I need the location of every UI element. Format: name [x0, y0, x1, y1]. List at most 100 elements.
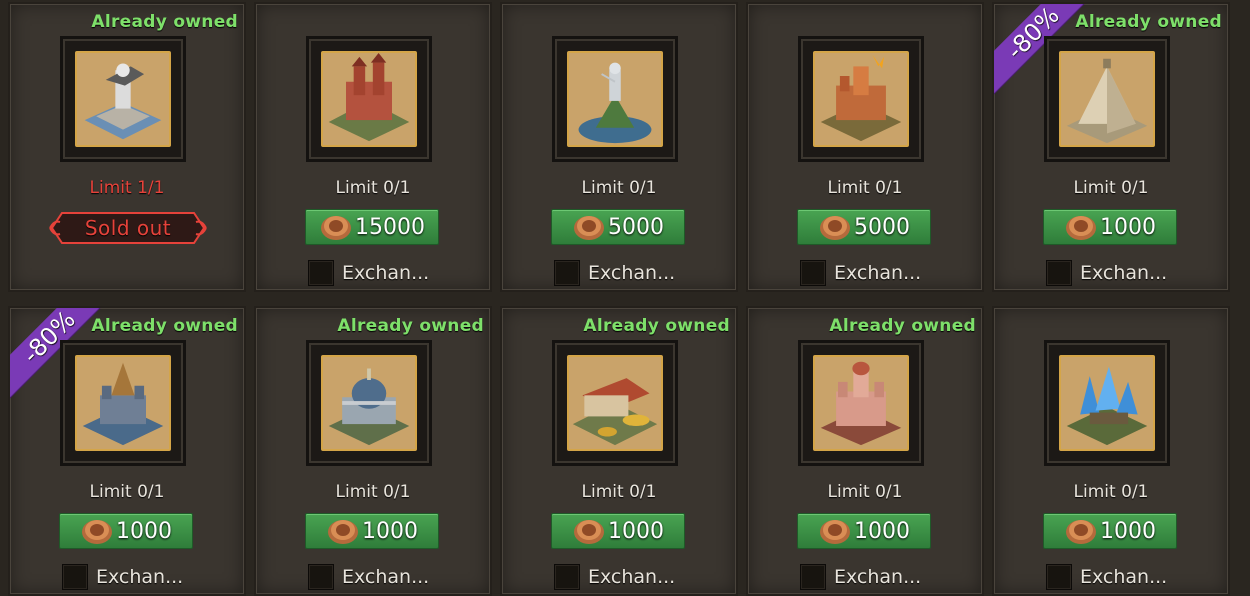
buy-button[interactable]: 1000	[305, 513, 439, 549]
exchange-option[interactable]: Exchan...	[800, 564, 921, 590]
exchange-label: Exchan...	[1080, 262, 1168, 284]
bronze-coin-icon	[574, 216, 604, 240]
already-owned-label: Already owned	[583, 316, 730, 336]
item-card[interactable]: -80% Already owned Limit 0/1 1000 Exchan…	[992, 2, 1230, 292]
red-castle-skin-image	[321, 51, 417, 147]
price-value: 1000	[1100, 518, 1156, 544]
price-value: 15000	[355, 214, 425, 240]
bronze-coin-icon	[820, 520, 850, 544]
already-owned-label: Already owned	[829, 316, 976, 336]
checkbox-icon[interactable]	[62, 564, 88, 590]
already-owned-label: Already owned	[1075, 12, 1222, 32]
crystal-mine-skin-image	[1059, 355, 1155, 451]
checkbox-icon[interactable]	[1046, 564, 1072, 590]
item-card[interactable]: Already owned Limit 0/1 1000 Exchan...	[746, 306, 984, 596]
exchange-label: Exchan...	[342, 262, 430, 284]
checkbox-icon[interactable]	[1046, 260, 1072, 286]
buy-button[interactable]: 1000	[1043, 513, 1177, 549]
item-frame	[306, 36, 432, 162]
buy-button[interactable]: 15000	[305, 209, 439, 245]
item-frame	[60, 340, 186, 466]
buy-button[interactable]: 1000	[797, 513, 931, 549]
item-frame	[1044, 36, 1170, 162]
sold-out-label: Sold out	[84, 216, 172, 240]
pink-palace-skin-image	[813, 355, 909, 451]
item-frame	[798, 36, 924, 162]
domed-city-skin-image	[321, 355, 417, 451]
price-value: 1000	[362, 518, 418, 544]
buy-button[interactable]: 5000	[551, 209, 685, 245]
exchange-label: Exchan...	[96, 566, 184, 588]
exchange-label: Exchan...	[834, 262, 922, 284]
exchange-option[interactable]: Exchan...	[800, 260, 921, 286]
bronze-coin-icon	[1066, 520, 1096, 544]
exchange-option[interactable]: Exchan...	[308, 564, 429, 590]
exchange-option[interactable]: Exchan...	[1046, 564, 1167, 590]
price-value: 5000	[608, 214, 664, 240]
item-frame	[552, 36, 678, 162]
buy-button[interactable]: 5000	[797, 209, 931, 245]
knight-statue-skin-image	[567, 51, 663, 147]
exchange-option[interactable]: Exchan...	[554, 564, 675, 590]
exchange-label: Exchan...	[342, 566, 430, 588]
sold-out-badge: Sold out	[48, 209, 208, 247]
item-card[interactable]: Limit 0/1 5000 Exchan...	[746, 2, 984, 292]
item-card[interactable]: Already owned Limit 0/1 1000 Exchan...	[500, 306, 738, 596]
price-value: 1000	[608, 518, 664, 544]
bronze-coin-icon	[328, 520, 358, 544]
price-value: 1000	[116, 518, 172, 544]
purchase-limit: Limit 0/1	[581, 482, 657, 502]
buy-button[interactable]: 1000	[1043, 209, 1177, 245]
exchange-option[interactable]: Exchan...	[1046, 260, 1167, 286]
item-frame	[306, 340, 432, 466]
checkbox-icon[interactable]	[554, 260, 580, 286]
bronze-coin-icon	[321, 216, 351, 240]
sand-pyramid-skin-image	[1059, 51, 1155, 147]
golden-fort-skin-image	[75, 355, 171, 451]
exchange-option[interactable]: Exchan...	[62, 564, 183, 590]
orange-citadel-skin-image	[813, 51, 909, 147]
item-card[interactable]: Limit 0/1 15000 Exchan...	[254, 2, 492, 292]
exchange-option[interactable]: Exchan...	[308, 260, 429, 286]
checkbox-icon[interactable]	[308, 564, 334, 590]
purchase-limit: Limit 0/1	[1073, 178, 1149, 198]
treasury-skin-image	[567, 355, 663, 451]
checkbox-icon[interactable]	[800, 260, 826, 286]
exchange-label: Exchan...	[1080, 566, 1168, 588]
purchase-limit: Limit 0/1	[335, 178, 411, 198]
exchange-label: Exchan...	[588, 262, 676, 284]
bronze-coin-icon	[820, 216, 850, 240]
exchange-option[interactable]: Exchan...	[554, 260, 675, 286]
item-frame	[552, 340, 678, 466]
item-card[interactable]: -80% Already owned Limit 0/1 1000 Exchan…	[8, 306, 246, 596]
bronze-coin-icon	[82, 520, 112, 544]
item-card[interactable]: Already owned Limit 0/1 1000 Exchan...	[254, 306, 492, 596]
purchase-limit: Limit 0/1	[89, 482, 165, 502]
statue-fort-skin-image	[75, 51, 171, 147]
price-value: 5000	[854, 214, 910, 240]
already-owned-label: Already owned	[91, 316, 238, 336]
already-owned-label: Already owned	[337, 316, 484, 336]
buy-button[interactable]: 1000	[551, 513, 685, 549]
item-frame	[1044, 340, 1170, 466]
price-value: 1000	[854, 518, 910, 544]
item-card[interactable]: Limit 0/1 1000 Exchan...	[992, 306, 1230, 596]
skin-shop-grid: Already owned Limit 1/1 Sold out Limit 0…	[0, 0, 1250, 596]
checkbox-icon[interactable]	[308, 260, 334, 286]
purchase-limit: Limit 0/1	[827, 178, 903, 198]
exchange-label: Exchan...	[834, 566, 922, 588]
already-owned-label: Already owned	[91, 12, 238, 32]
item-card[interactable]: Already owned Limit 1/1 Sold out	[8, 2, 246, 292]
item-frame	[60, 36, 186, 162]
exchange-label: Exchan...	[588, 566, 676, 588]
checkbox-icon[interactable]	[800, 564, 826, 590]
purchase-limit: Limit 0/1	[827, 482, 903, 502]
purchase-limit: Limit 0/1	[1073, 482, 1149, 502]
price-value: 1000	[1100, 214, 1156, 240]
buy-button[interactable]: 1000	[59, 513, 193, 549]
item-frame	[798, 340, 924, 466]
item-card[interactable]: Limit 0/1 5000 Exchan...	[500, 2, 738, 292]
purchase-limit: Limit 0/1	[335, 482, 411, 502]
checkbox-icon[interactable]	[554, 564, 580, 590]
purchase-limit: Limit 1/1	[89, 178, 165, 198]
